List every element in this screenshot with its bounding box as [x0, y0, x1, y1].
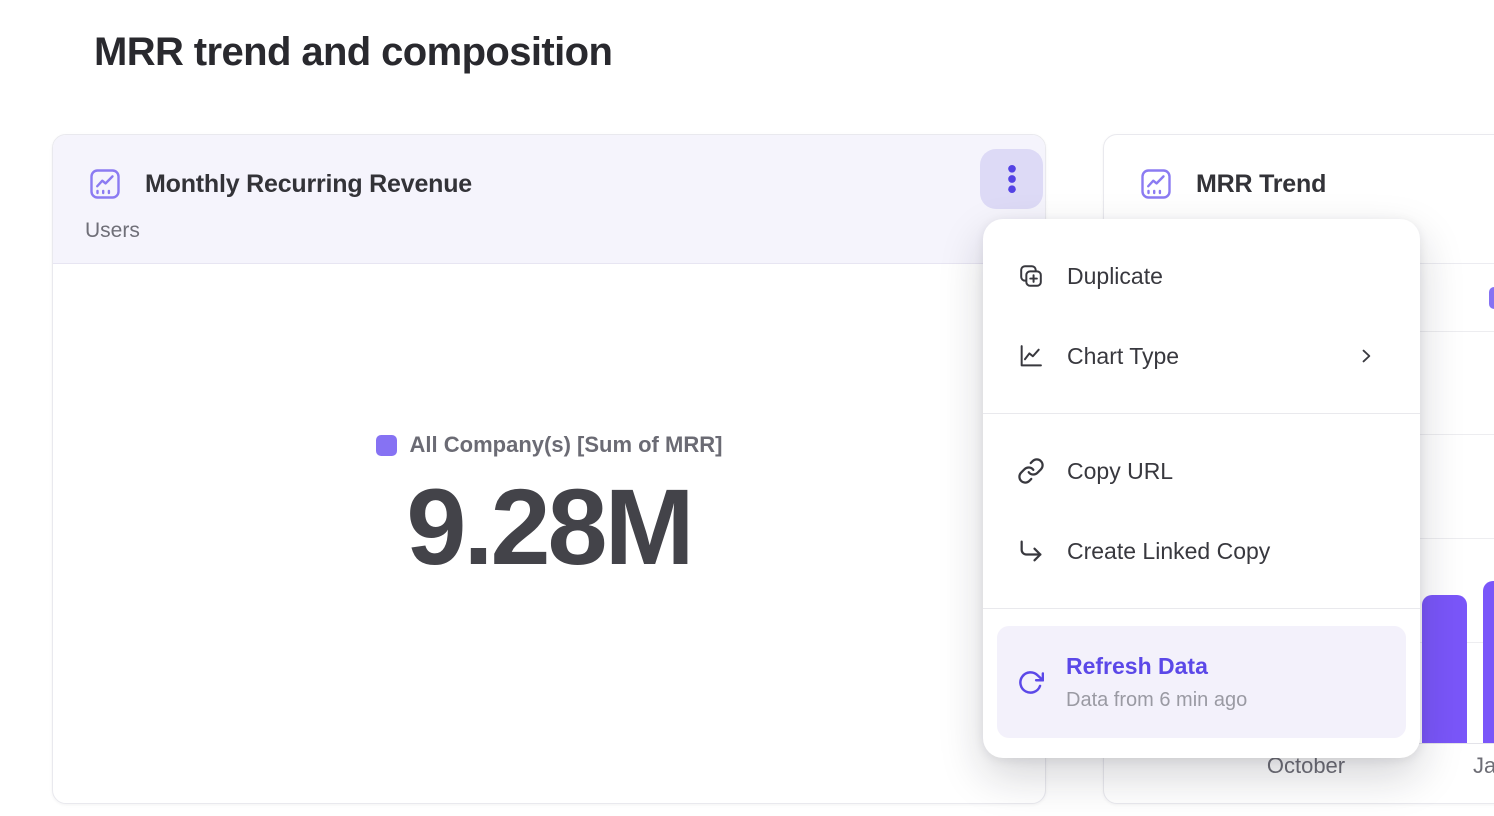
menu-item-label: Create Linked Copy — [1067, 538, 1270, 565]
menu-item-create-linked-copy[interactable]: Create Linked Copy — [983, 511, 1420, 591]
menu-item-label: Copy URL — [1067, 458, 1173, 485]
refresh-icon — [1017, 669, 1044, 696]
kebab-vertical-icon — [995, 162, 1029, 196]
mrr-card-header: Monthly Recurring Revenue Users — [53, 135, 1045, 264]
menu-item-label: Chart Type — [1067, 343, 1179, 370]
trend-card-title: MRR Trend — [1196, 170, 1326, 199]
x-tick-label: Ja — [1473, 753, 1494, 779]
menu-item-duplicate[interactable]: Duplicate — [983, 236, 1420, 316]
trend-legend-swatch — [1489, 287, 1494, 309]
menu-divider — [983, 608, 1420, 609]
mrr-legend: All Company(s) [Sum of MRR] — [376, 432, 723, 458]
refresh-label: Refresh Data — [1066, 653, 1247, 680]
page-title: MRR trend and composition — [94, 30, 612, 75]
refresh-timestamp: Data from 6 min ago — [1066, 689, 1247, 712]
duplicate-icon — [1017, 262, 1045, 290]
menu-item-label: Duplicate — [1067, 263, 1163, 290]
chart-type-icon — [1017, 342, 1045, 370]
bar — [1483, 581, 1494, 743]
legend-swatch — [376, 435, 397, 456]
menu-divider — [983, 413, 1420, 414]
line-chart-icon — [87, 166, 123, 202]
card-menu-button[interactable] — [980, 149, 1043, 209]
mrr-card-body: All Company(s) [Sum of MRR] 9.28M — [53, 264, 1045, 803]
line-chart-icon — [1138, 166, 1174, 202]
mrr-card-subtitle: Users — [85, 219, 140, 243]
mrr-card: Monthly Recurring Revenue Users All Comp… — [52, 134, 1046, 804]
chevron-right-icon — [1356, 346, 1376, 366]
link-icon — [1017, 457, 1045, 485]
corner-down-right-arrow-icon — [1017, 537, 1045, 565]
card-context-menu: Duplicate Chart Type Copy URL — [983, 219, 1420, 758]
legend-label: All Company(s) [Sum of MRR] — [410, 432, 723, 458]
menu-item-refresh-data[interactable]: Refresh Data Data from 6 min ago — [997, 626, 1406, 738]
bar — [1422, 595, 1467, 743]
menu-item-copy-url[interactable]: Copy URL — [983, 431, 1420, 511]
mrr-value: 9.28M — [406, 468, 691, 587]
menu-item-chart-type[interactable]: Chart Type — [983, 316, 1420, 396]
mrr-card-title: Monthly Recurring Revenue — [145, 170, 472, 199]
